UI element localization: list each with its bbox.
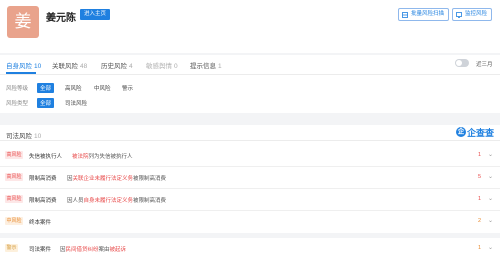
section-title-text: 司法风险: [6, 133, 32, 140]
risk-level-label: 风险等级: [6, 86, 29, 92]
risk-count: 1: [478, 245, 482, 251]
chevron-down-icon[interactable]: ⌄: [488, 151, 493, 158]
divider: [0, 74, 500, 75]
risk-type: 司法案件: [29, 247, 52, 253]
monitor-risk-button[interactable]: 监控风险: [452, 8, 493, 21]
chevron-down-icon[interactable]: ⌄: [488, 173, 493, 180]
risk-level-badge: 高风险: [5, 195, 24, 203]
batch-scan-button[interactable]: 批量风险扫描: [398, 8, 450, 21]
risk-tabs-panel: 自身风险 10 关联风险 48 历史风险 4 敏感舆情 0 提示信息 1 近三月 风险等级…: [0, 55, 500, 113]
enter-homepage-button[interactable]: 进入主页: [80, 9, 111, 20]
risk-level-badge: 高风险: [5, 173, 24, 181]
tab-label: 自身风险: [6, 63, 32, 70]
risk-row[interactable]: 高风险 失信被执行人 被法院列为失信被执行人 1 ⌄: [0, 145, 500, 167]
risk-row[interactable]: 高风险 限制高消费 因人员自身未履行法定义务被限制高消费 1 ⌄: [0, 189, 500, 211]
risk-level-badge: 中风险: [5, 217, 24, 225]
risk-type: 终本案件: [29, 220, 52, 226]
divider: [0, 140, 500, 141]
level-option-warning[interactable]: 警示: [122, 84, 133, 92]
section-title: 司法风险 10: [6, 130, 41, 140]
tab-count: 0: [174, 63, 178, 70]
section-count: 10: [34, 133, 42, 140]
tab-label: 关联风险: [52, 63, 78, 70]
risk-level-badge: 警示: [5, 244, 19, 252]
level-option-high[interactable]: 高风险: [65, 84, 82, 92]
risk-description: 因关联企业未履行法定义务被限制高消费: [67, 176, 167, 182]
chevron-down-icon[interactable]: ⌄: [488, 195, 493, 202]
judicial-risk-panel: 司法风险 10 企 企查查 高风险 失信被执行人 被法院列为失信被执行人 1 ⌄ …: [0, 125, 500, 266]
tab-tip-info[interactable]: 提示信息 1: [190, 60, 222, 70]
monitor-risk-label: 监控风险: [465, 11, 488, 17]
tab-self-risk[interactable]: 自身风险 10: [6, 60, 41, 70]
scan-icon: [402, 12, 408, 18]
tab-label: 提示信息: [190, 63, 216, 70]
recent-three-months-toggle[interactable]: [455, 59, 469, 67]
risk-count: 5: [478, 174, 482, 180]
risk-type: 限制高消费: [29, 198, 57, 204]
toggle-knob: [456, 60, 462, 66]
type-option-all[interactable]: 全部: [37, 98, 55, 108]
risk-level-badge: 高风险: [5, 151, 24, 159]
tab-count: 1: [218, 63, 222, 70]
risk-description: 因人员自身未履行法定义务被限制高消费: [67, 198, 167, 204]
level-option-mid[interactable]: 中风险: [94, 84, 111, 92]
tab-count: 4: [129, 63, 133, 70]
tab-sensitive-news[interactable]: 敏感舆情 0: [146, 60, 178, 70]
type-option-judicial[interactable]: 司法风险: [65, 99, 87, 107]
level-option-all[interactable]: 全部: [37, 83, 55, 93]
tab-count: 48: [80, 63, 88, 70]
risk-type: 失信被执行人: [29, 154, 63, 160]
logo-text: 企查查: [467, 128, 495, 138]
company-avatar: 姜: [7, 6, 39, 38]
risk-count: 1: [478, 152, 482, 158]
risk-type-label: 风险类型: [6, 101, 29, 107]
company-name: 姜元陈: [46, 13, 76, 24]
company-header: 姜 姜元陈 进入主页 批量风险扫描 监控风险: [0, 0, 500, 53]
risk-type: 限制高消费: [29, 176, 57, 182]
chevron-down-icon[interactable]: ⌄: [488, 217, 493, 224]
risk-description: 被法院列为失信被执行人: [72, 154, 133, 160]
tab-label: 敏感舆情: [146, 63, 172, 70]
risk-count: 1: [478, 196, 482, 202]
risk-description: 因民间借贷纠纷案由被起诉: [60, 247, 127, 253]
risk-count: 2: [478, 218, 482, 224]
logo-mark: 企: [456, 127, 466, 137]
tab-related-risk[interactable]: 关联风险 48: [52, 60, 87, 70]
tab-history-risk[interactable]: 历史风险 4: [101, 60, 133, 70]
monitor-icon: [456, 12, 462, 18]
risk-row[interactable]: 警示 司法案件 因民间借贷纠纷案由被起诉 1 ⌄: [0, 238, 500, 260]
chevron-down-icon[interactable]: ⌄: [488, 244, 493, 251]
toggle-label: 近三月: [476, 62, 493, 68]
risk-row[interactable]: 高风险 限制高消费 因关联企业未履行法定义务被限制高消费 5 ⌄: [0, 167, 500, 189]
tab-count: 10: [34, 63, 42, 70]
risk-row[interactable]: 中风险 终本案件 2 ⌄: [0, 211, 500, 233]
tab-label: 历史风险: [101, 63, 127, 70]
batch-scan-label: 批量风险扫描: [411, 11, 445, 17]
